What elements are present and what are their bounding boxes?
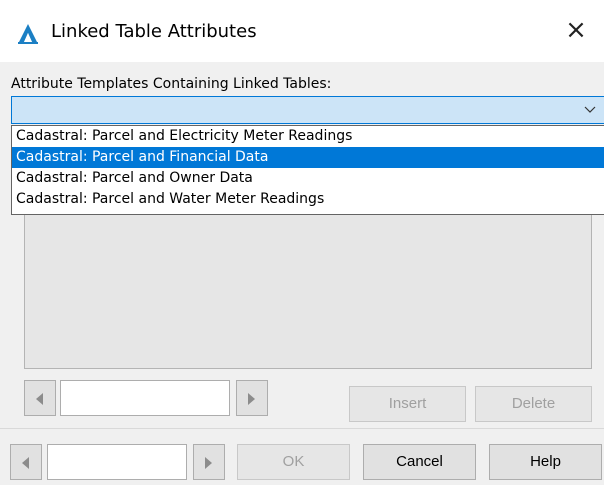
footer-scroll-right-button[interactable] xyxy=(193,444,225,480)
footer-separator xyxy=(0,428,604,429)
window-title: Linked Table Attributes xyxy=(51,21,257,42)
close-icon[interactable]: × xyxy=(560,14,592,46)
arrow-right-icon xyxy=(248,393,255,405)
dropdown-option[interactable]: Cadastral: Parcel and Water Meter Readin… xyxy=(12,189,604,210)
dropdown-option-highlighted[interactable]: Cadastral: Parcel and Financial Data xyxy=(12,147,604,168)
cancel-button[interactable]: Cancel xyxy=(363,444,476,480)
autocad-app-icon xyxy=(18,24,38,44)
ok-button[interactable]: OK xyxy=(237,444,350,480)
title-bar[interactable]: Linked Table Attributes × xyxy=(0,0,604,62)
footer-scroll-left-button[interactable] xyxy=(10,444,42,480)
grid-scroll-track[interactable] xyxy=(60,380,230,416)
arrow-right-icon xyxy=(205,457,212,469)
chevron-down-icon xyxy=(584,106,596,113)
grid-scroll-right-button[interactable] xyxy=(236,380,268,416)
delete-button[interactable]: Delete xyxy=(475,386,592,422)
insert-button[interactable]: Insert xyxy=(349,386,466,422)
linked-table-grid[interactable] xyxy=(24,193,592,369)
grid-scroll-left-button[interactable] xyxy=(24,380,56,416)
dropdown-option[interactable]: Cadastral: Parcel and Owner Data xyxy=(12,168,604,189)
help-button[interactable]: Help xyxy=(489,444,602,480)
dialog-window: Linked Table Attributes × Attribute Temp… xyxy=(0,0,604,485)
footer-scroll-track[interactable] xyxy=(47,444,187,480)
attribute-template-combobox[interactable] xyxy=(11,96,604,124)
attribute-templates-label: Attribute Templates Containing Linked Ta… xyxy=(11,76,332,92)
dropdown-option[interactable]: Cadastral: Parcel and Electricity Meter … xyxy=(12,126,604,147)
attribute-template-dropdown-list: Cadastral: Parcel and Electricity Meter … xyxy=(11,125,604,215)
arrow-left-icon xyxy=(36,393,43,405)
arrow-left-icon xyxy=(22,457,29,469)
